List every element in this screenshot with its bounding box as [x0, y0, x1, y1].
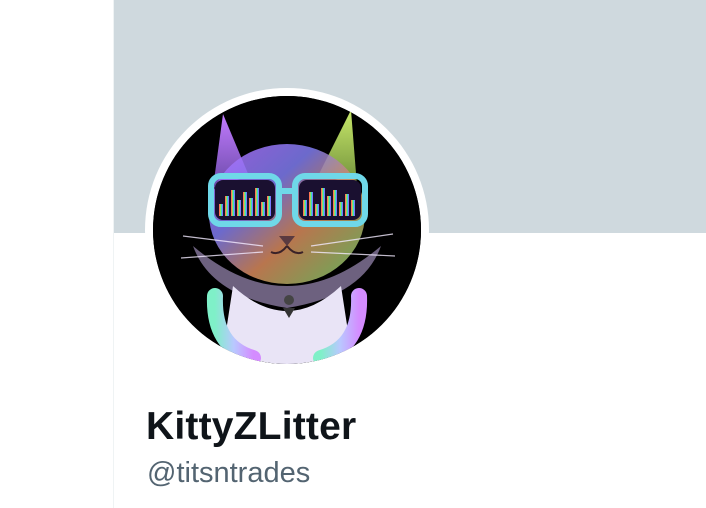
profile-handle: @titsntrades — [147, 457, 311, 489]
profile-display-name: KittyZLitter — [146, 405, 357, 448]
profile-avatar[interactable] — [153, 96, 421, 364]
profile-page: KittyZLitter @titsntrades — [0, 0, 706, 508]
left-gutter — [0, 0, 113, 508]
dj-cat-icon — [153, 96, 421, 364]
